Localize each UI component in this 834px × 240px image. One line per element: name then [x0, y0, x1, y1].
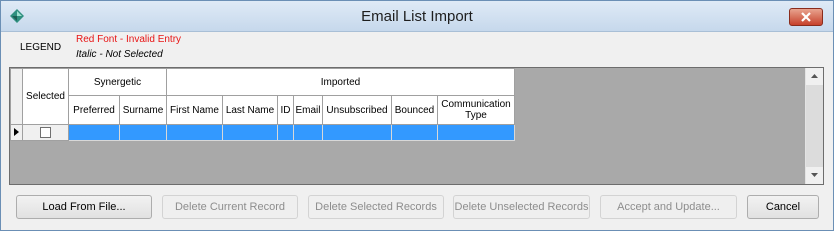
cancel-button[interactable]: Cancel [747, 195, 819, 219]
grid-corner [10, 68, 23, 125]
email-list-import-window: Email List Import LEGEND Red Font - Inva… [0, 0, 834, 231]
chevron-down-icon [811, 173, 818, 177]
scroll-up-button[interactable] [806, 68, 823, 85]
row-selected-checkbox[interactable] [40, 127, 51, 139]
table-row[interactable] [10, 124, 515, 141]
legend-label: LEGEND [20, 42, 62, 53]
delete-unselected-records-button[interactable]: Delete Unselected Records [453, 195, 590, 219]
header-bounced[interactable]: Bounced [391, 95, 438, 125]
delete-selected-records-button[interactable]: Delete Selected Records [308, 195, 444, 219]
cell-bounced[interactable] [391, 124, 438, 141]
header-preferred[interactable]: Preferred [68, 95, 120, 125]
row-selected-cell[interactable] [22, 124, 69, 141]
window-title: Email List Import [361, 8, 473, 25]
header-last-name[interactable]: Last Name [222, 95, 278, 125]
delete-current-record-button[interactable]: Delete Current Record [162, 195, 298, 219]
import-table: Selected Synergetic Imported Preferred S… [10, 68, 515, 141]
cell-email[interactable] [293, 124, 323, 141]
load-from-file-button[interactable]: Load From File... [16, 195, 152, 219]
header-unsubscribed[interactable]: Unsubscribed [322, 95, 392, 125]
header-communication-type[interactable]: Communication Type [437, 95, 515, 125]
legend-invalid-entry: Red Font - Invalid Entry [76, 34, 182, 45]
current-row-arrow-icon [14, 128, 19, 136]
row-indicator[interactable] [10, 124, 23, 141]
close-icon [801, 12, 811, 22]
vertical-scrollbar[interactable] [805, 68, 823, 184]
legend-not-selected: Italic - Not Selected [76, 49, 163, 60]
header-selected[interactable]: Selected [22, 68, 69, 125]
cell-communication-type[interactable] [437, 124, 515, 141]
cell-first-name[interactable] [166, 124, 223, 141]
cell-surname[interactable] [119, 124, 167, 141]
header-email[interactable]: Email [293, 95, 323, 125]
scroll-down-button[interactable] [806, 167, 823, 184]
header-first-name[interactable]: First Name [166, 95, 223, 125]
cell-id[interactable] [277, 124, 294, 141]
header-id[interactable]: ID [277, 95, 294, 125]
cell-last-name[interactable] [222, 124, 278, 141]
scroll-track[interactable] [806, 85, 823, 167]
title-bar: Email List Import [1, 1, 833, 32]
close-button[interactable] [789, 8, 823, 26]
chevron-up-icon [811, 74, 818, 78]
import-grid[interactable]: Selected Synergetic Imported Preferred S… [9, 67, 824, 185]
header-surname[interactable]: Surname [119, 95, 167, 125]
header-group-imported: Imported [166, 68, 515, 96]
cell-preferred[interactable] [68, 124, 120, 141]
legend-panel: LEGEND Red Font - Invalid Entry Italic -… [1, 32, 833, 66]
cell-unsubscribed[interactable] [322, 124, 392, 141]
header-group-synergetic: Synergetic [68, 68, 167, 96]
accept-and-update-button[interactable]: Accept and Update... [600, 195, 737, 219]
